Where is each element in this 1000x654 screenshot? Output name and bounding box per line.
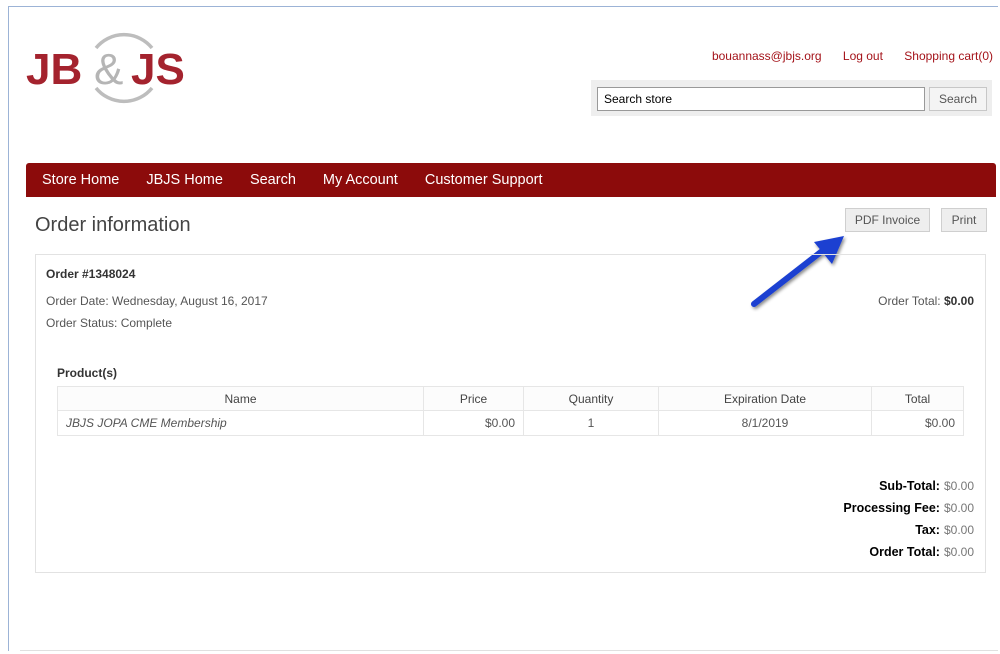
tax-row: Tax: $0.00 — [843, 522, 974, 544]
products-table: Name Price Quantity Expiration Date Tota… — [57, 386, 964, 436]
subtotal-label: Sub-Total: — [879, 479, 940, 493]
product-name: JBJS JOPA CME Membership — [57, 410, 424, 436]
column-header-total: Total — [871, 386, 964, 411]
logo-text-js: JS — [131, 45, 185, 94]
order-total-row: Order Total: $0.00 — [843, 544, 974, 566]
nav-customer-support[interactable]: Customer Support — [425, 172, 543, 188]
table-row: JBJS JOPA CME Membership $0.00 1 8/1/201… — [57, 410, 964, 436]
main-nav: Store Home JBJS Home Search My Account C… — [26, 163, 996, 197]
order-status: Order Status: Complete — [46, 316, 173, 330]
header-links: bouannass@jbjs.org Log out Shopping cart… — [694, 49, 993, 63]
search-button[interactable]: Search — [929, 87, 987, 111]
page-title: Order information — [35, 214, 191, 236]
products-header-row: Name Price Quantity Expiration Date Tota… — [57, 386, 964, 411]
account-email-link[interactable]: bouannass@jbjs.org — [712, 49, 822, 63]
processing-fee-label: Processing Fee: — [843, 501, 940, 515]
processing-fee-value: $0.00 — [943, 501, 974, 515]
logo-graphic: JB & JS — [26, 32, 185, 104]
pdf-invoice-button[interactable]: PDF Invoice — [845, 208, 930, 232]
column-header-expiration: Expiration Date — [658, 386, 872, 411]
logo-text-jb: JB — [26, 45, 82, 94]
column-header-quantity: Quantity — [523, 386, 659, 411]
column-header-name: Name — [57, 386, 424, 411]
search-input[interactable] — [597, 87, 925, 111]
order-date: Order Date: Wednesday, August 16, 2017 — [46, 294, 268, 308]
order-total-label: Order Total: — [878, 294, 941, 308]
jbjs-logo[interactable]: JB & JS — [26, 26, 216, 110]
shopping-cart-link[interactable]: Shopping cart(0) — [904, 49, 993, 63]
nav-store-home[interactable]: Store Home — [42, 172, 119, 188]
logo-text-amp: & — [94, 45, 123, 94]
order-number: Order #1348024 — [46, 267, 136, 281]
print-button[interactable]: Print — [941, 208, 987, 232]
footer-divider — [20, 650, 998, 651]
nav-jbjs-home[interactable]: JBJS Home — [146, 172, 223, 188]
grand-total-label: Order Total: — [869, 545, 940, 559]
totals-summary: Sub-Total: $0.00 Processing Fee: $0.00 Tax… — [843, 478, 974, 566]
product-price: $0.00 — [423, 410, 524, 436]
order-total-value: $0.00 — [943, 294, 974, 308]
column-header-price: Price — [423, 386, 524, 411]
order-details-panel: Order #1348024 Order Date: Wednesday, Au… — [35, 254, 986, 573]
search-box: Search — [591, 80, 992, 116]
grand-total-value: $0.00 — [943, 545, 974, 559]
tax-label: Tax: — [915, 523, 940, 537]
product-quantity: 1 — [523, 410, 659, 436]
products-heading: Product(s) — [57, 366, 117, 380]
order-total-summary: Order Total: $0.00 — [878, 294, 974, 308]
logout-link[interactable]: Log out — [843, 49, 883, 63]
subtotal-value: $0.00 — [943, 479, 974, 493]
nav-search[interactable]: Search — [250, 172, 296, 188]
tax-value: $0.00 — [943, 523, 974, 537]
product-total: $0.00 — [871, 410, 964, 436]
product-expiration: 8/1/2019 — [658, 410, 872, 436]
subtotal-row: Sub-Total: $0.00 — [843, 478, 974, 500]
nav-my-account[interactable]: My Account — [323, 172, 398, 188]
processing-fee-row: Processing Fee: $0.00 — [843, 500, 974, 522]
